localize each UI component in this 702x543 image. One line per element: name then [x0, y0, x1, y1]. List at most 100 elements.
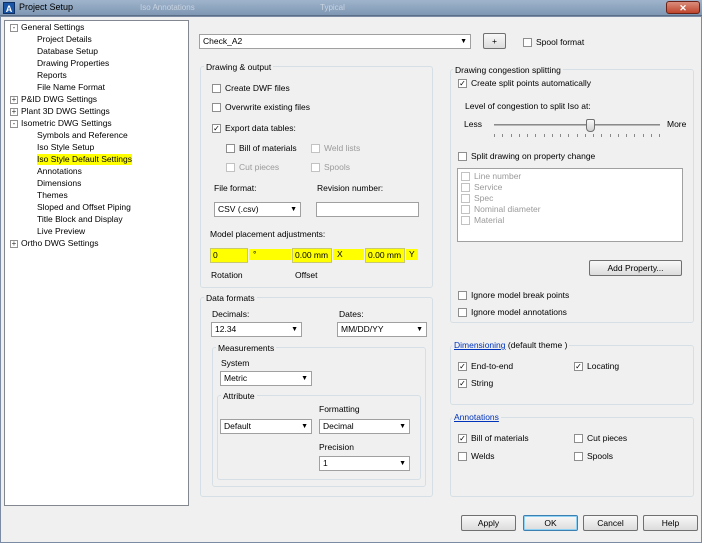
close-button[interactable]: ✕ — [666, 1, 700, 14]
dimensioning-theme: (default theme ) — [507, 340, 568, 350]
property-checkbox[interactable] — [461, 205, 470, 214]
overwrite-checkbox[interactable] — [212, 103, 221, 112]
property-listbox[interactable]: Line number Service Spec Nominal diamete… — [457, 168, 683, 242]
expand-icon[interactable]: + — [10, 240, 18, 248]
dates-select[interactable]: MM/DD/YY ▼ — [337, 322, 427, 337]
tree-item-iso-style-setup[interactable]: Iso Style Setup — [37, 142, 94, 153]
ignore-annotations-checkbox[interactable] — [458, 308, 467, 317]
spool-format-label: Spool format — [536, 37, 585, 47]
ignore-annotations-label: Ignore model annotations — [471, 307, 567, 317]
spools-export-checkbox[interactable] — [311, 163, 320, 172]
attribute-select[interactable]: Default ▼ — [220, 419, 312, 434]
create-dwf-checkbox[interactable] — [212, 84, 221, 93]
tree-item-file-name-format[interactable]: File Name Format — [37, 82, 105, 93]
tree-item-themes[interactable]: Themes — [37, 190, 68, 201]
end-to-end-label: End-to-end — [471, 361, 514, 371]
property-checkbox[interactable] — [461, 194, 470, 203]
offset-x-input[interactable]: 0.00 mm — [292, 248, 332, 263]
collapse-icon[interactable]: - — [10, 24, 18, 32]
tree-item-project-details[interactable]: Project Details — [37, 34, 92, 45]
cut-pieces-export-label: Cut pieces — [239, 162, 280, 172]
more-label: More — [667, 119, 687, 129]
tree-item-pid-dwg-settings[interactable]: P&ID DWG Settings — [21, 94, 97, 105]
collapse-icon[interactable]: - — [10, 120, 18, 128]
iso-style-value: Check_A2 — [203, 36, 243, 46]
rotation-input[interactable]: 0 — [210, 248, 248, 263]
annotation-bom-checkbox[interactable]: ✓ — [458, 434, 467, 443]
property-checkbox[interactable] — [461, 172, 470, 181]
annotation-bom-label: Bill of materials — [471, 433, 529, 443]
close-icon: ✕ — [679, 3, 687, 13]
annotation-welds-checkbox[interactable] — [458, 452, 467, 461]
system-value: Metric — [224, 373, 248, 383]
precision-select[interactable]: 1 ▼ — [319, 456, 410, 471]
system-label: System — [221, 358, 250, 368]
expand-icon[interactable]: + — [10, 96, 18, 104]
chevron-down-icon: ▼ — [301, 375, 308, 382]
slider-tick — [626, 134, 627, 137]
chevron-down-icon: ▼ — [399, 423, 406, 430]
slider-thumb[interactable] — [586, 119, 595, 132]
ok-button[interactable]: OK — [523, 515, 578, 531]
tree-item-symbols-and-reference[interactable]: Symbols and Reference — [37, 130, 128, 141]
tree-item-sloped-offset-piping[interactable]: Sloped and Offset Piping — [37, 202, 131, 213]
dimensioning-link[interactable]: Dimensioning — [454, 340, 506, 350]
property-service: Service — [474, 182, 503, 192]
tree-item-live-preview[interactable]: Live Preview — [37, 226, 85, 237]
iso-style-select[interactable]: Check_A2 ▼ — [199, 34, 471, 49]
ignore-break-points-checkbox[interactable] — [458, 291, 467, 300]
dates-label: Dates: — [339, 309, 364, 319]
tree-item-reports[interactable]: Reports — [37, 70, 67, 81]
tree-item-dimensions[interactable]: Dimensions — [37, 178, 81, 189]
annotations-link[interactable]: Annotations — [454, 412, 499, 422]
add-property-button[interactable]: Add Property... — [589, 260, 682, 276]
offset-y-input[interactable]: 0.00 mm — [365, 248, 405, 263]
add-style-button[interactable]: + — [483, 33, 506, 49]
weld-lists-checkbox[interactable] — [311, 144, 320, 153]
split-on-property-checkbox[interactable] — [458, 152, 467, 161]
annotation-cut-pieces-checkbox[interactable] — [574, 434, 583, 443]
revision-number-label: Revision number: — [317, 183, 384, 193]
tree-item-annotations[interactable]: Annotations — [37, 166, 82, 177]
decimals-select[interactable]: 12.34 ▼ — [211, 322, 302, 337]
y-label: Y — [406, 249, 418, 260]
tree-item-database-setup[interactable]: Database Setup — [37, 46, 98, 57]
tree-item-general-settings[interactable]: General Settings — [21, 22, 84, 33]
system-select[interactable]: Metric ▼ — [220, 371, 312, 386]
annotation-spools-checkbox[interactable] — [574, 452, 583, 461]
tree-item-title-block-display[interactable]: Title Block and Display — [37, 214, 123, 225]
property-material: Material — [474, 215, 505, 225]
expand-icon[interactable]: + — [10, 108, 18, 116]
slider-tick — [618, 134, 619, 137]
weld-lists-label: Weld lists — [324, 143, 361, 153]
property-checkbox[interactable] — [461, 216, 470, 225]
spools-export-label: Spools — [324, 162, 350, 172]
tree-item-isometric-dwg-settings[interactable]: Isometric DWG Settings — [21, 118, 112, 129]
help-button[interactable]: Help — [643, 515, 698, 531]
string-checkbox[interactable]: ✓ — [458, 379, 467, 388]
cut-pieces-export-checkbox[interactable] — [226, 163, 235, 172]
slider-tick — [511, 134, 512, 137]
create-split-points-checkbox[interactable]: ✓ — [458, 79, 467, 88]
rotation-label: Rotation — [211, 270, 243, 280]
spool-format-checkbox[interactable] — [523, 38, 532, 47]
cancel-button[interactable]: Cancel — [583, 515, 638, 531]
file-format-select[interactable]: CSV (.csv) ▼ — [214, 202, 301, 217]
revision-number-input[interactable] — [316, 202, 419, 217]
tree-item-iso-style-default-settings[interactable]: Iso Style Default Settings — [37, 154, 132, 165]
bom-export-label: Bill of materials — [239, 143, 297, 153]
tree-item-ortho-dwg-settings[interactable]: Ortho DWG Settings — [21, 238, 98, 249]
tree-item-plant3d-dwg-settings[interactable]: Plant 3D DWG Settings — [21, 106, 110, 117]
property-checkbox[interactable] — [461, 183, 470, 192]
export-tables-checkbox[interactable]: ✓ — [212, 124, 221, 133]
settings-tree[interactable]: - General Settings Project Details Datab… — [4, 20, 189, 506]
bom-export-checkbox[interactable] — [226, 144, 235, 153]
offset-label: Offset — [295, 270, 318, 280]
end-to-end-checkbox[interactable]: ✓ — [458, 362, 467, 371]
formatting-select[interactable]: Decimal ▼ — [319, 419, 410, 434]
locating-checkbox[interactable]: ✓ — [574, 362, 583, 371]
apply-button[interactable]: Apply — [461, 515, 516, 531]
tree-item-drawing-properties[interactable]: Drawing Properties — [37, 58, 109, 69]
congestion-slider[interactable] — [494, 119, 660, 139]
autocad-app-icon: A — [3, 2, 15, 14]
